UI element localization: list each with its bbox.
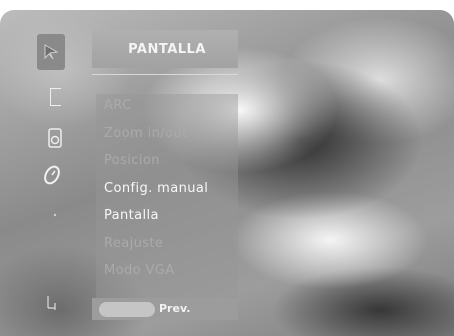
lock-icon[interactable] — [46, 294, 60, 312]
menu-item-pantalla[interactable]: Pantalla — [104, 208, 159, 223]
menu-item-posicion[interactable]: Posicion — [104, 153, 160, 168]
prev-label[interactable]: Prev. — [159, 302, 190, 315]
picture-icon[interactable] — [37, 34, 65, 70]
prev-button-icon[interactable] — [99, 302, 155, 317]
menu-item-modo-vga[interactable]: Modo VGA — [104, 263, 175, 278]
menu-title: PANTALLA — [92, 30, 238, 68]
divider — [92, 74, 238, 75]
menu-item-zoom[interactable]: Zoom in/out — [104, 126, 188, 141]
menu-item-reajuste[interactable]: Reajuste — [104, 236, 163, 251]
tv-screen: PANTALLA ARC Zoom in/out Posicion Config… — [0, 10, 454, 336]
setup-icon[interactable] — [50, 88, 61, 106]
option-icon[interactable] — [52, 210, 58, 220]
menu-item-config-manual[interactable]: Config. manual — [104, 181, 208, 196]
audio-icon[interactable] — [48, 128, 62, 148]
time-icon[interactable] — [42, 164, 62, 186]
menu-item-arc[interactable]: ARC — [104, 98, 132, 113]
